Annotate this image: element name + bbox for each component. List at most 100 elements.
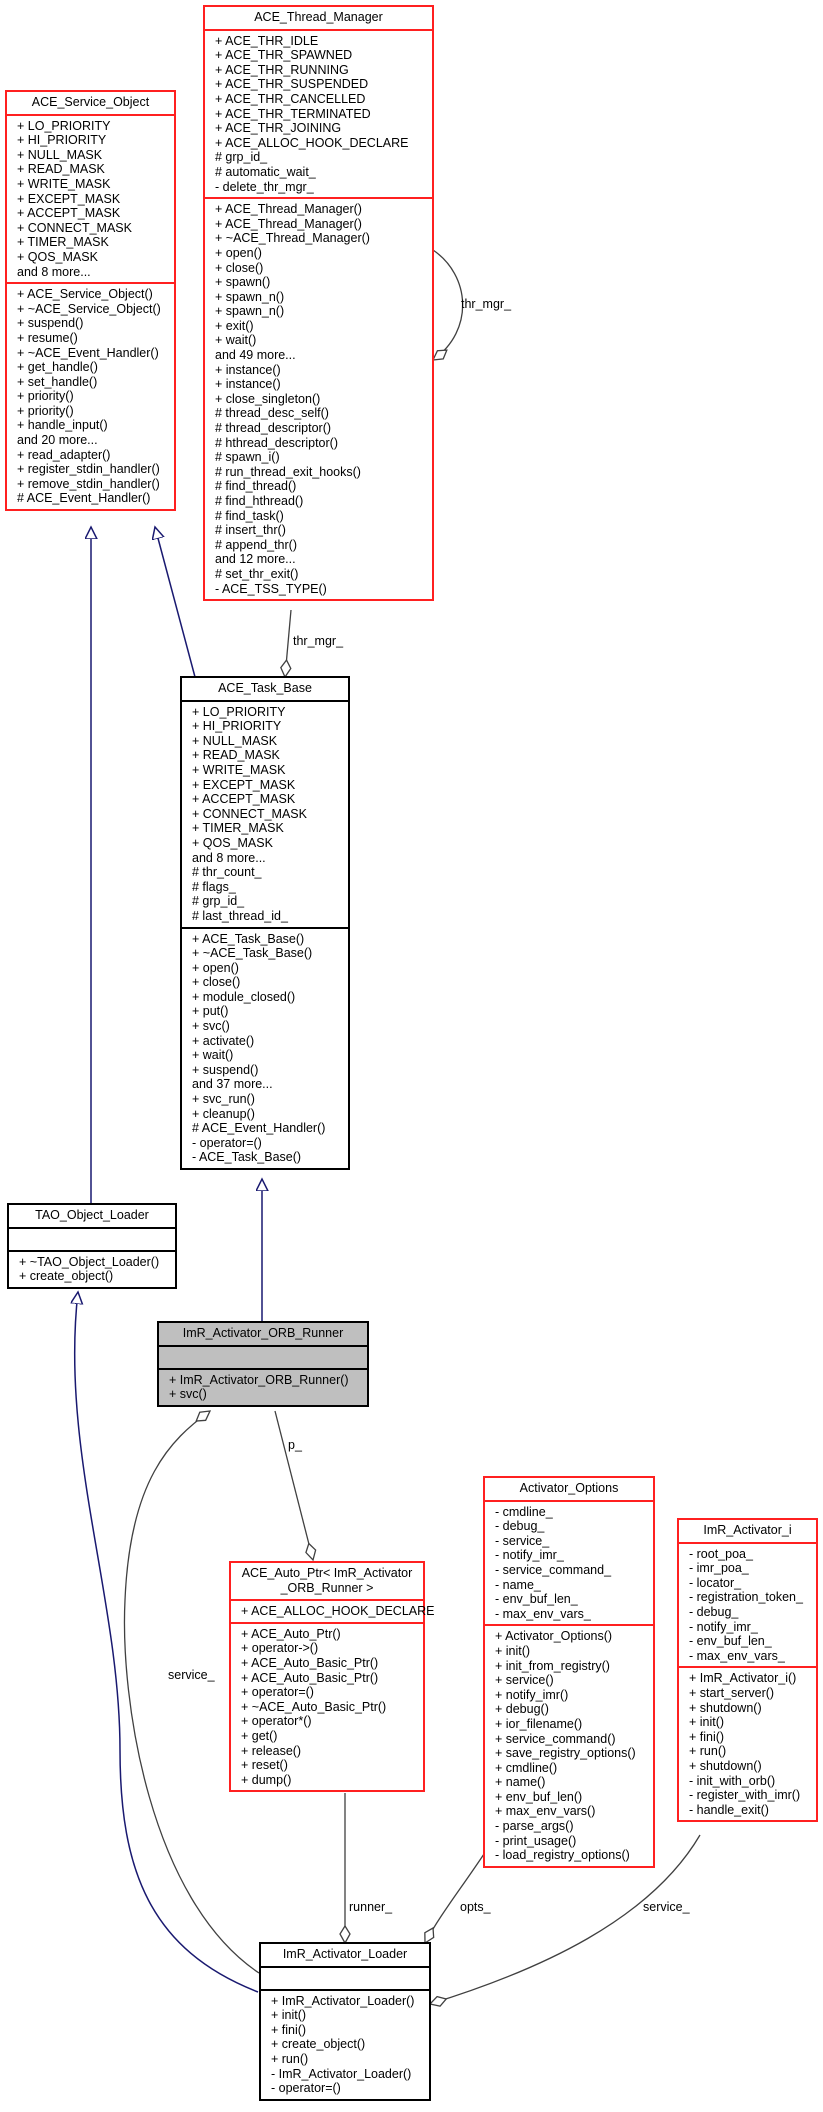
attributes-list: + ACE_THR_IDLE + ACE_THR_SPAWNED + ACE_THR…: [205, 31, 432, 198]
class-member: # thread_desc_self(): [215, 406, 329, 421]
class-member: + ~ACE_Task_Base(): [192, 946, 313, 961]
class-member: + run(): [271, 2051, 309, 2066]
class-title: TAO_Object_Loader: [9, 1205, 175, 1229]
operations-list: + ImR_Activator_i() + start_server() + shu…: [679, 1666, 816, 1820]
class-member: + fini(): [271, 2022, 307, 2037]
class-member: + ACE_THR_JOINING: [215, 121, 342, 136]
class-member: - print_usage(): [495, 1833, 577, 1848]
attributes-list: [9, 1229, 175, 1250]
class-member: + HI_PRIORITY: [192, 719, 282, 734]
class-member: + svc(): [169, 1387, 207, 1402]
class-member: - max_env_vars_: [495, 1606, 591, 1621]
class-title: ACE_Thread_Manager: [205, 7, 432, 31]
class-title: ACE_Task_Base: [182, 678, 348, 702]
class-imr-activator-orb-runner[interactable]: ImR_Activator_ORB_Runner + ImR_Activator…: [157, 1321, 369, 1407]
class-member: - ACE_TSS_TYPE(): [215, 581, 327, 596]
class-member: + CONNECT_MASK: [17, 220, 132, 235]
class-member: + ~ACE_Service_Object(): [17, 301, 161, 316]
attributes-list: - root_poa_ - imr_poa_ - locator_ - registr…: [679, 1544, 816, 1667]
class-activator-options[interactable]: Activator_Options - cmdline_ - debug_ - se…: [483, 1476, 655, 1868]
class-member: + ACE_Service_Object(): [17, 287, 153, 302]
edge-thread-manager-self-loop: [433, 249, 464, 360]
class-member: - env_buf_len_: [495, 1592, 578, 1607]
class-member: + instance(): [215, 377, 281, 392]
class-member: - operator=(): [271, 2081, 341, 2096]
class-member: + open(): [215, 245, 262, 260]
class-member: - name_: [495, 1577, 541, 1592]
class-member: # thr_count_: [192, 865, 262, 880]
class-member: + TIMER_MASK: [17, 235, 109, 250]
class-imr-activator-loader[interactable]: ImR_Activator_Loader + ImR_Activator_Loa…: [259, 1942, 431, 2101]
operations-list: + Activator_Options() + init() + init_from…: [485, 1624, 653, 1866]
class-member: + operator->(): [241, 1641, 319, 1656]
class-member: + cleanup(): [192, 1106, 255, 1121]
operations-list: + ACE_Auto_Ptr() + operator->() + ACE_Auto…: [231, 1621, 423, 1791]
class-member: + close_singleton(): [215, 391, 321, 406]
class-ace-thread-manager[interactable]: ACE_Thread_Manager + ACE_THR_IDLE + ACE_T…: [203, 5, 434, 602]
class-member: # grp_id_: [192, 894, 245, 909]
class-member: + LO_PRIORITY: [192, 704, 286, 719]
class-member: + handle_input(): [17, 418, 108, 433]
class-member: + init_from_registry(): [495, 1658, 610, 1673]
class-member: - debug_: [495, 1519, 545, 1534]
edge-label-p: p_: [288, 1438, 302, 1452]
attributes-list: - cmdline_ - debug_ - service_ - notify_imr…: [485, 1502, 653, 1625]
class-member: + ACE_Thread_Manager(): [215, 216, 362, 231]
class-member: + start_server(): [689, 1685, 775, 1700]
class-member: + ImR_Activator_ORB_Runner(): [169, 1372, 349, 1387]
class-member: + operator=(): [241, 1685, 314, 1700]
class-member: # grp_id_: [215, 150, 268, 165]
class-member: + env_buf_len(): [495, 1789, 583, 1804]
class-member: + READ_MASK: [17, 162, 105, 177]
edge-thread-manager-to-task-base: [285, 609, 292, 677]
class-member: + ior_filename(): [495, 1716, 583, 1731]
class-member: # thread_descriptor(): [215, 421, 332, 436]
class-tao-object-loader[interactable]: TAO_Object_Loader + ~TAO_Object_Loader()…: [7, 1203, 177, 1289]
class-member: + ~ACE_Event_Handler(): [17, 345, 159, 360]
class-member: + get(): [241, 1728, 278, 1743]
class-member: - registration_token_: [689, 1590, 803, 1605]
class-member: + fini(): [689, 1729, 725, 1744]
class-member: + priority(): [17, 403, 74, 418]
class-member: - imr_poa_: [689, 1561, 749, 1576]
class-member: + ACE_THR_CANCELLED: [215, 91, 366, 106]
class-member: + ACE_ALLOC_HOOK_DECLARE: [241, 1604, 435, 1619]
class-member: + release(): [241, 1743, 302, 1758]
class-member: + ACE_ALLOC_HOOK_DECLARE: [215, 135, 409, 150]
class-member: + EXCEPT_MASK: [17, 191, 121, 206]
class-member: - env_buf_len_: [689, 1634, 772, 1649]
class-member: + spawn_n(): [215, 304, 285, 319]
class-member: + suspend(): [192, 1062, 259, 1077]
class-ace-task-base[interactable]: ACE_Task_Base + LO_PRIORITY + HI_PRIORITY…: [180, 676, 350, 1170]
class-ace-auto-ptr[interactable]: ACE_Auto_Ptr< ImR_Activator _ORB_Runner …: [229, 1561, 435, 1793]
class-member: + ACE_THR_RUNNING: [215, 62, 349, 77]
class-member: + name(): [495, 1775, 546, 1790]
class-member: + create_object(): [271, 2037, 366, 2052]
class-member: + close(): [215, 260, 264, 275]
class-member: + instance(): [215, 362, 281, 377]
class-title: ImR_Activator_ORB_Runner: [159, 1323, 367, 1347]
class-member: # find_thread(): [215, 479, 297, 494]
class-member: + ACCEPT_MASK: [192, 792, 296, 807]
class-imr-activator-i[interactable]: ImR_Activator_i - root_poa_ - imr_poa_ - l…: [677, 1518, 818, 1823]
class-member: and 20 more...: [17, 433, 98, 448]
class-member: + shutdown(): [689, 1700, 762, 1715]
edge-label-service-activator: service_: [643, 1900, 690, 1914]
attributes-list: + LO_PRIORITY + HI_PRIORITY + NULL_MASK + R…: [182, 702, 348, 927]
attributes-list: + LO_PRIORITY + HI_PRIORITY + NULL_MASK + R…: [7, 116, 174, 283]
class-ace-service-object[interactable]: ACE_Service_Object + LO_PRIORITY + HI_PRI…: [5, 90, 176, 512]
class-member: + ACE_Auto_Ptr(): [241, 1626, 341, 1641]
class-member: + ACE_Auto_Basic_Ptr(): [241, 1655, 379, 1670]
class-member: + shutdown(): [689, 1758, 762, 1773]
edge-orb-runner-to-auto-ptr: [274, 1410, 313, 1560]
class-member: + register_stdin_handler(): [17, 462, 160, 477]
class-member: and 8 more...: [17, 264, 91, 279]
class-member: + init(): [271, 2008, 307, 2023]
class-member: - service_: [495, 1533, 550, 1548]
edge-label-thr-mgr-self: thr_mgr_: [461, 297, 512, 311]
class-member: + resume(): [17, 330, 78, 345]
class-member: - notify_imr_: [495, 1548, 564, 1563]
class-member: + remove_stdin_handler(): [17, 476, 160, 491]
class-member: + ACE_THR_TERMINATED: [215, 106, 371, 121]
class-member: + CONNECT_MASK: [192, 806, 307, 821]
